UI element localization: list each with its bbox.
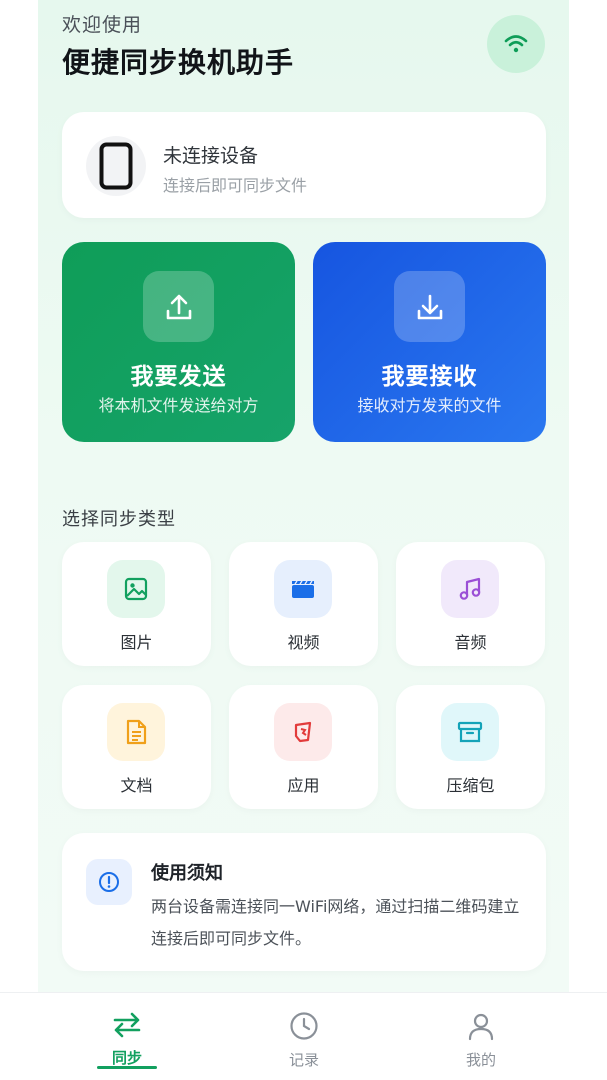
app-icon — [274, 703, 332, 761]
tab-profile[interactable]: 我的 — [441, 1011, 521, 1070]
notice-card: 使用须知 两台设备需连接同一WiFi网络，通过扫描二维码建立连接后即可同步文件。 — [62, 833, 546, 971]
send-title: 我要发送 — [130, 364, 227, 390]
send-button[interactable]: 我要发送 将本机文件发送给对方 — [62, 242, 295, 442]
wifi-button[interactable] — [487, 15, 545, 73]
phone-icon — [99, 142, 133, 190]
swap-arrows-icon — [113, 1012, 141, 1038]
tab-sync[interactable]: 同步 — [87, 1011, 167, 1068]
type-label: 图片 — [120, 633, 153, 652]
tab-label: 我的 — [465, 1051, 496, 1069]
type-card-document[interactable]: 文档 — [62, 685, 211, 809]
type-label: 文档 — [120, 776, 153, 795]
notice-title: 使用须知 — [151, 863, 223, 884]
receive-button[interactable]: 我要接收 接收对方发来的文件 — [313, 242, 546, 442]
type-label: 视频 — [287, 633, 320, 652]
notice-text: 两台设备需连接同一WiFi网络，通过扫描二维码建立连接后即可同步文件。 — [151, 897, 520, 948]
video-icon — [274, 560, 332, 618]
section-title: 选择同步类型 — [62, 509, 176, 530]
welcome-text: 欢迎使用 — [62, 14, 143, 36]
type-label: 音频 — [454, 633, 487, 652]
type-label: 应用 — [287, 776, 320, 795]
tab-records[interactable]: 记录 — [264, 1011, 344, 1070]
tab-label: 记录 — [288, 1051, 319, 1069]
send-subtitle: 将本机文件发送给对方 — [98, 396, 259, 415]
type-card-app[interactable]: 应用 — [229, 685, 378, 809]
device-avatar — [86, 136, 146, 196]
wifi-icon — [504, 35, 528, 53]
type-label: 压缩包 — [446, 776, 495, 795]
tab-label: 同步 — [111, 1049, 142, 1067]
receive-subtitle: 接收对方发来的文件 — [357, 396, 502, 415]
upload-icon — [166, 294, 191, 319]
receive-title: 我要接收 — [381, 364, 478, 390]
upload-icon-wrap — [143, 271, 214, 342]
document-icon — [107, 703, 165, 761]
header: 欢迎使用 便捷同步换机助手 — [62, 10, 294, 81]
device-hint-text: 连接后即可同步文件 — [163, 176, 308, 195]
info-icon — [86, 859, 132, 905]
image-icon — [107, 560, 165, 618]
app-title: 便捷同步换机助手 — [62, 46, 295, 79]
download-icon-wrap — [394, 271, 465, 342]
type-card-image[interactable]: 图片 — [62, 542, 211, 666]
clock-icon — [290, 1012, 318, 1040]
type-card-video[interactable]: 视频 — [229, 542, 378, 666]
type-card-archive[interactable]: 压缩包 — [396, 685, 545, 809]
bottom-tab-bar: 同步 记录 我的 — [0, 992, 607, 1080]
download-icon — [417, 294, 442, 319]
music-icon — [441, 560, 499, 618]
active-tab-indicator — [97, 1066, 157, 1069]
type-card-audio[interactable]: 音频 — [396, 542, 545, 666]
device-status-text: 未连接设备 — [163, 145, 259, 167]
device-status-card[interactable]: 未连接设备 连接后即可同步文件 — [62, 112, 546, 218]
archive-icon — [441, 703, 499, 761]
user-icon — [468, 1013, 494, 1041]
